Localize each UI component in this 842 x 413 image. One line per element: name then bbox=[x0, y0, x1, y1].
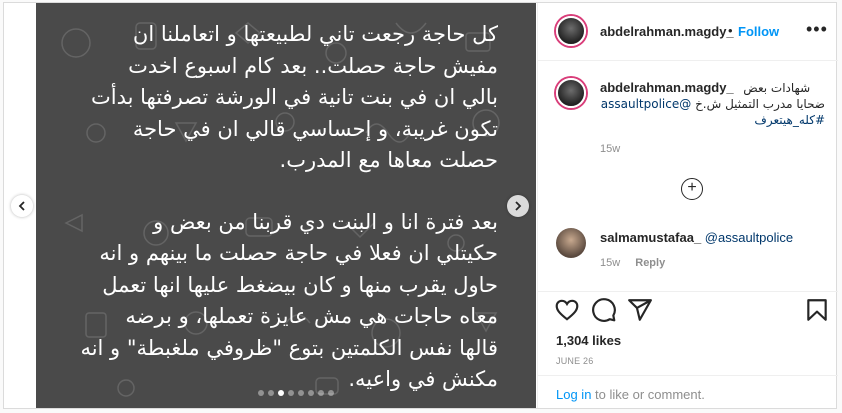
carousel-dot bbox=[318, 390, 324, 396]
header-username[interactable]: abdelrahman.magdy_ bbox=[600, 24, 734, 39]
bookmark-icon[interactable] bbox=[804, 297, 830, 323]
comment-icon[interactable] bbox=[591, 297, 617, 323]
avatar[interactable] bbox=[556, 16, 586, 46]
instagram-post: كل حاجة رجعت تاني لطبيعتها و اتعاملنا ان… bbox=[3, 2, 838, 409]
carousel-dot bbox=[258, 390, 264, 396]
heart-icon[interactable] bbox=[554, 297, 580, 323]
image-text: كل حاجة رجعت تاني لطبيعتها و اتعاملنا ان… bbox=[78, 19, 498, 396]
comments-section: abdelrahman.magdy_ شهادات بعض ضحايا مدرب… bbox=[538, 61, 838, 291]
comment: salmamustafaa_ @assaultpolice bbox=[600, 230, 825, 246]
carousel-indicator bbox=[258, 390, 334, 396]
caption-hashtag-line: #كله_هيتعرف bbox=[600, 112, 825, 128]
login-prompt: Log in to like or comment. bbox=[538, 375, 838, 408]
carousel-dot bbox=[328, 390, 334, 396]
reply-button[interactable]: Reply bbox=[635, 257, 665, 269]
carousel-dot bbox=[278, 390, 284, 396]
comment-mention[interactable]: @assaultpolice bbox=[705, 230, 793, 245]
image-text-line: حصلت معاها مع المدرب. bbox=[279, 148, 498, 172]
page: كل حاجة رجعت تاني لطبيعتها و اتعاملنا ان… bbox=[0, 0, 842, 413]
chevron-left-icon[interactable] bbox=[11, 195, 33, 217]
header-separator: • bbox=[728, 23, 733, 38]
share-icon[interactable] bbox=[627, 297, 653, 323]
caption-username[interactable]: abdelrahman.magdy_ bbox=[600, 80, 734, 95]
image-text-line: بعد فترة انا و البنت دي قربنا من بعض و bbox=[153, 209, 498, 234]
image-text-line: تكون غريبة، و إحساسي قالي ان في حاجة bbox=[132, 116, 498, 141]
carousel-dot bbox=[298, 390, 304, 396]
carousel-dot bbox=[288, 390, 294, 396]
comment-username[interactable]: salmamustafaa_ bbox=[600, 230, 701, 245]
image-text-line: كل حاجة رجعت تاني لطبيعتها و اتعاملنا ان bbox=[132, 22, 498, 46]
plus-circle-icon[interactable]: + bbox=[681, 178, 703, 200]
comment-time: 15w bbox=[600, 257, 621, 269]
caption-mention[interactable]: @assaultpolice bbox=[601, 97, 691, 111]
chevron-right-icon[interactable] bbox=[507, 195, 529, 217]
carousel-dot bbox=[268, 390, 274, 396]
image-text-line: مفيش حاجة حصلت.. بعد كام اسبوع اخدت bbox=[128, 53, 498, 78]
carousel-dot bbox=[308, 390, 314, 396]
post-date[interactable]: JUNE 26 bbox=[556, 356, 593, 366]
follow-button[interactable]: Follow bbox=[738, 24, 779, 39]
login-link[interactable]: Log in bbox=[556, 387, 591, 402]
more-icon[interactable]: ••• bbox=[806, 19, 828, 40]
post-sidebar: abdelrahman.magdy_ • Follow ••• abdelrah… bbox=[537, 3, 838, 408]
caption-text: شهادات بعض bbox=[743, 81, 811, 95]
image-text-line: بالي ان في بنت تانية في الورشة تصرفتها ب… bbox=[90, 85, 498, 109]
avatar[interactable] bbox=[556, 78, 586, 108]
caption: abdelrahman.magdy_ شهادات بعض ضحايا مدرب… bbox=[600, 80, 825, 128]
post-header: abdelrahman.magdy_ • Follow ••• bbox=[538, 3, 838, 61]
image-text-line: حكيتلي ان فعلا في حاجة حصلت ما بينهم و ا… bbox=[99, 241, 498, 265]
caption-text: ضحايا مدرب التمثيل ش.خ bbox=[695, 97, 825, 111]
login-text: to like or comment. bbox=[591, 387, 705, 402]
comment-meta: 15w Reply bbox=[600, 257, 665, 269]
action-bar bbox=[538, 291, 838, 331]
image-text-line: معاه حاجات هي مش عايزة تعملها، و برضه bbox=[125, 304, 498, 328]
caption-text-line2: ضحايا مدرب التمثيل ش.خ @assaultpolice bbox=[600, 96, 825, 112]
caption-hashtag[interactable]: #كله_هيتعرف bbox=[754, 113, 825, 127]
likes-count[interactable]: 1,304 likes bbox=[556, 333, 621, 348]
caption-time: 15w bbox=[600, 143, 621, 155]
post-media[interactable]: كل حاجة رجعت تاني لطبيعتها و اتعاملنا ان… bbox=[36, 3, 536, 408]
image-text-line: حاول يقرب منها و كان بيضغط عليها انها تع… bbox=[102, 272, 498, 297]
image-text-line: قالها نفس الكلمتين بتوع "ظروفي ملغبطة" و… bbox=[80, 335, 498, 360]
avatar[interactable] bbox=[556, 228, 586, 258]
